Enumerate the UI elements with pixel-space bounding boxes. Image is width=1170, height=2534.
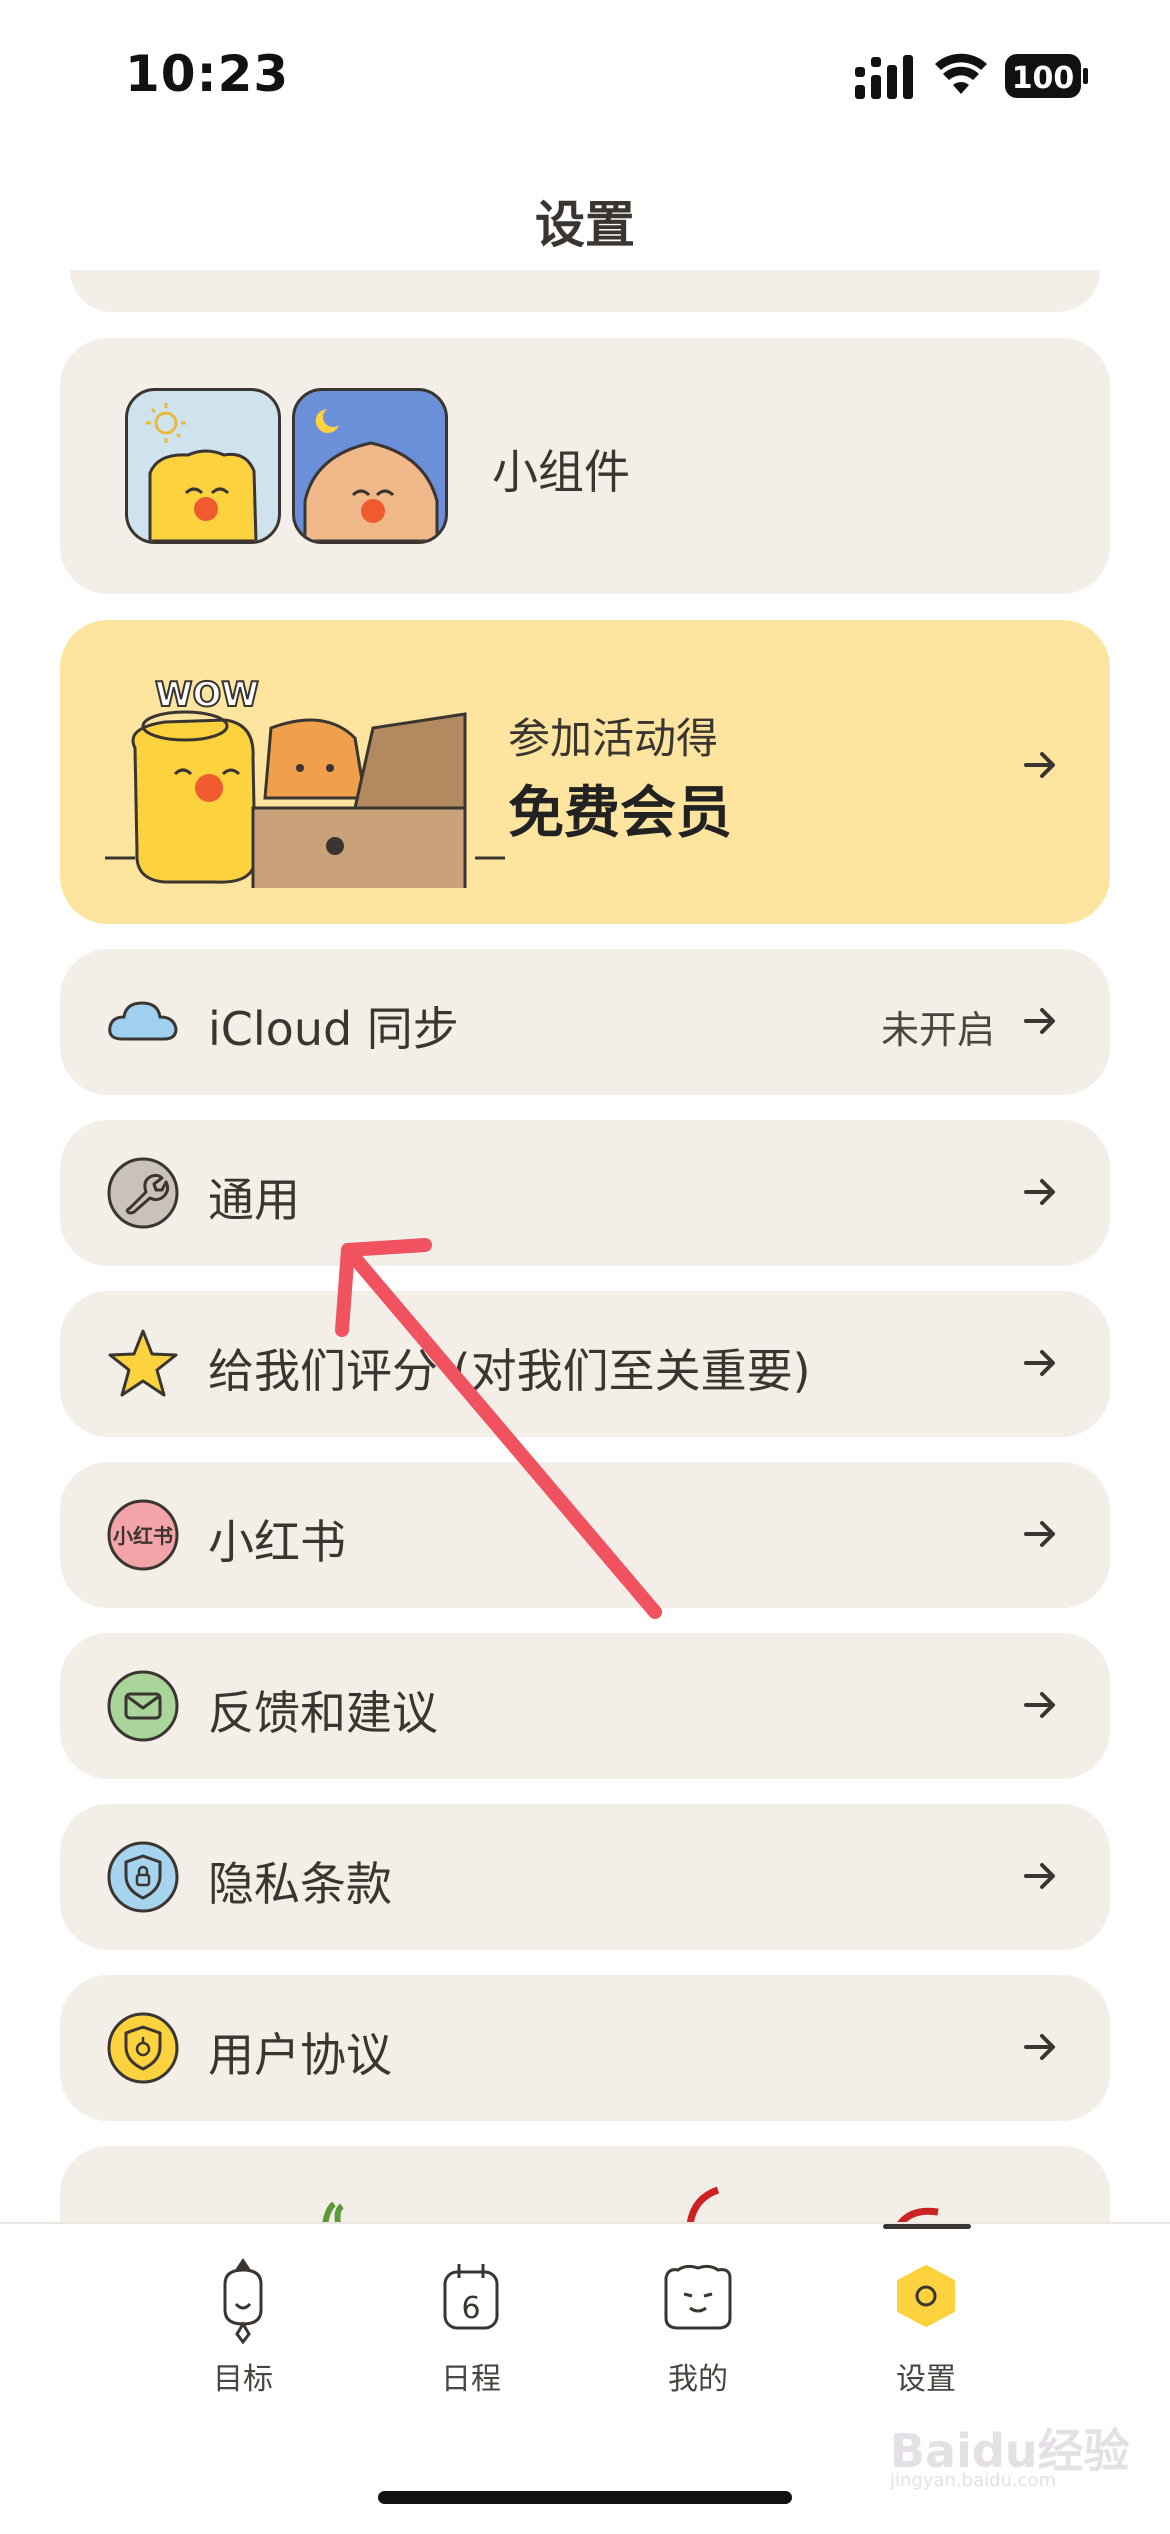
agreement-shield-icon: [107, 2012, 179, 2084]
battery-level: 100: [1012, 61, 1075, 96]
cellular-signal-icon: [855, 55, 913, 99]
arrow-right-icon: [1024, 1863, 1055, 1889]
icloud-status-value: 未开启: [880, 1008, 995, 1052]
status-time: 10:23: [125, 45, 290, 103]
row-label: 反馈和建议: [208, 1686, 438, 1740]
watermark-sub: jingyan.baidu.com: [890, 2470, 1057, 2491]
tab-label: 设置: [896, 2362, 956, 2397]
peek-illustration-icon: [322, 2186, 939, 2227]
card-below-peek: [60, 2146, 1110, 2227]
row-label: 通用: [208, 1173, 300, 1227]
arrow-right-icon: [1024, 752, 1055, 778]
cloud-icon: [108, 1001, 178, 1041]
widget-card[interactable]: 小组件: [60, 338, 1110, 594]
privacy-shield-icon: [107, 1841, 179, 1913]
arrow-right-icon: [1024, 1350, 1055, 1376]
calendar-day: 6: [461, 2291, 480, 2326]
row-xiaohongshu[interactable]: 小红书 小红书: [60, 1462, 1110, 1608]
wrench-icon: [107, 1157, 179, 1229]
row-rate-us[interactable]: 给我们评分 (对我们至关重要): [60, 1291, 1110, 1437]
goal-icon: [223, 2258, 263, 2344]
arrow-right-icon: [1024, 1521, 1055, 1547]
promo-banner[interactable]: WOW 参加活动得 免费会员: [60, 620, 1110, 924]
row-general[interactable]: 通用: [60, 1120, 1110, 1266]
tab-label: 日程: [441, 2362, 501, 2397]
calendar-icon: 6: [443, 2264, 499, 2330]
xiaohongshu-icon: 小红书: [107, 1499, 179, 1571]
settings-icon: [897, 2265, 955, 2327]
sun-widget-illustration-icon: [146, 403, 258, 541]
page-title: 设置: [535, 196, 635, 254]
status-bar: 10:23 100: [0, 0, 1170, 150]
promo-subtitle: 参加活动得: [508, 714, 719, 763]
promo-illustration-icon: WOW: [105, 674, 505, 888]
row-label: 给我们评分 (对我们至关重要): [208, 1344, 811, 1398]
widget-thumb-moon: [292, 388, 448, 544]
tab-goals[interactable]: 目标: [168, 2254, 318, 2414]
tab-label: 目标: [213, 2362, 273, 2397]
tab-selected-indicator: [883, 2224, 971, 2229]
arrow-right-icon: [1024, 1179, 1055, 1205]
star-icon: [108, 1329, 178, 1397]
mail-icon: [107, 1670, 179, 1742]
arrow-right-icon: [1024, 1692, 1055, 1718]
arrow-right-icon: [1024, 2034, 1055, 2060]
row-privacy[interactable]: 隐私条款: [60, 1804, 1110, 1950]
tab-schedule[interactable]: 6 日程: [396, 2254, 546, 2414]
widget-label: 小组件: [492, 445, 630, 499]
row-label: iCloud 同步: [208, 1002, 459, 1056]
arrow-right-icon: [1024, 1008, 1055, 1034]
battery-icon: 100: [1005, 54, 1088, 98]
xiaohongshu-icon-text: 小红书: [113, 1524, 173, 1548]
row-user-agreement[interactable]: 用户协议: [60, 1975, 1110, 2121]
wifi-icon: [935, 53, 987, 94]
widget-thumb-sun: [125, 388, 281, 544]
row-label: 隐私条款: [208, 1857, 392, 1911]
tab-settings[interactable]: 设置: [851, 2254, 1001, 2414]
card-above-peek: [70, 270, 1100, 312]
promo-title: 免费会员: [508, 781, 732, 846]
promo-art-text: WOW: [155, 675, 259, 715]
row-label: 小红书: [208, 1515, 346, 1569]
tab-label: 我的: [668, 2362, 728, 2397]
home-indicator[interactable]: [378, 2491, 792, 2504]
face-icon: [664, 2264, 732, 2330]
row-icloud-sync[interactable]: iCloud 同步 未开启: [60, 949, 1110, 1095]
row-feedback[interactable]: 反馈和建议: [60, 1633, 1110, 1779]
row-label: 用户协议: [208, 2028, 392, 2082]
moon-widget-illustration-icon: [303, 409, 439, 541]
tab-mine[interactable]: 我的: [623, 2254, 773, 2414]
